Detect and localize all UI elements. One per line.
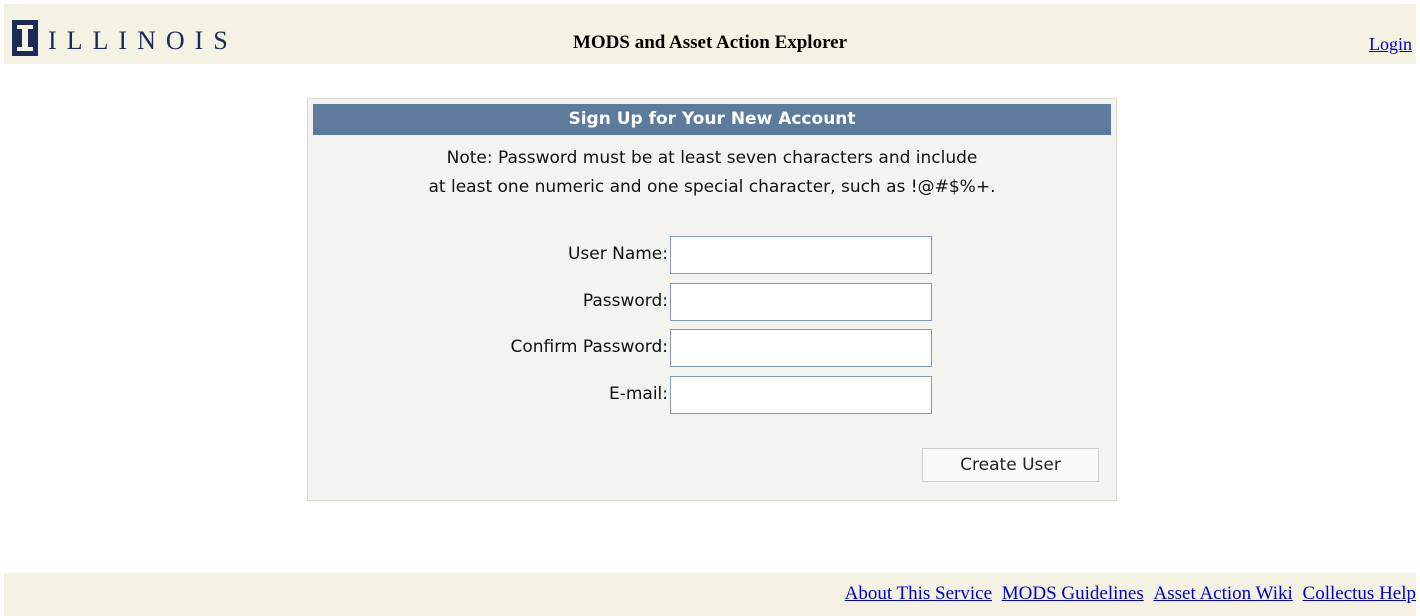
footer-link-collectus-help[interactable]: Collectus Help xyxy=(1303,583,1416,604)
note-line-1: Note: Password must be at least seven ch… xyxy=(446,148,978,168)
form-row-email: E-mail: xyxy=(308,376,1116,416)
signup-panel-title: Sign Up for Your New Account xyxy=(313,104,1111,135)
signup-panel: Sign Up for Your New Account Note: Passw… xyxy=(307,98,1117,501)
form-row-password: Password: xyxy=(308,283,1116,323)
password-label: Password: xyxy=(582,291,668,311)
create-user-button[interactable]: Create User xyxy=(922,448,1099,482)
page-footer: About This Service MODS Guidelines Asset… xyxy=(4,573,1416,616)
form-row-username: User Name: xyxy=(308,236,1116,276)
form-row-confirm-password: Confirm Password: xyxy=(308,329,1116,369)
confirm-password-input[interactable] xyxy=(670,329,932,367)
password-input[interactable] xyxy=(670,283,932,321)
username-label: User Name: xyxy=(567,244,668,264)
note-line-2: at least one numeric and one special cha… xyxy=(428,177,996,197)
footer-links: About This Service MODS Guidelines Asset… xyxy=(840,583,1416,605)
footer-link-mods-guidelines[interactable]: MODS Guidelines xyxy=(1002,583,1144,604)
confirm-password-label: Confirm Password: xyxy=(510,337,668,357)
app-title: MODS and Asset Action Explorer xyxy=(572,32,848,53)
email-input[interactable] xyxy=(670,376,932,414)
footer-link-about[interactable]: About This Service xyxy=(845,583,992,604)
password-requirements-note: Note: Password must be at least seven ch… xyxy=(308,144,1116,202)
footer-link-asset-action-wiki[interactable]: Asset Action Wiki xyxy=(1154,583,1293,604)
email-label: E-mail: xyxy=(608,384,668,404)
page-header: ILLINOIS MODS and Asset Action Explorer … xyxy=(4,4,1416,64)
username-input[interactable] xyxy=(670,236,932,274)
login-link[interactable]: Login xyxy=(1369,34,1412,55)
